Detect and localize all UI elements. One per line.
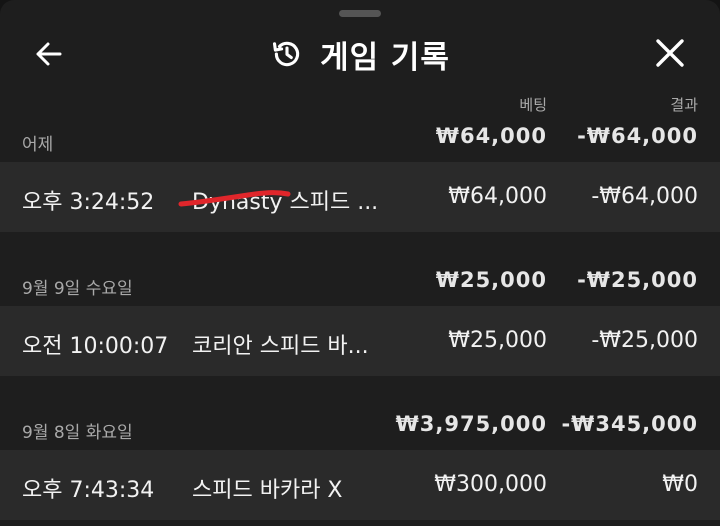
group-total-bet: ₩64,000 (435, 124, 547, 148)
date-label: 어제 (22, 135, 54, 155)
game-bet: ₩25,000 (448, 328, 547, 353)
date-group-header: 어제 ₩64,000 -₩64,000 (0, 118, 720, 158)
game-time: 오후 7:43:34 (22, 478, 155, 503)
page-title: 게임 기록 (320, 39, 450, 76)
game-name: 스피드 바카라 X (192, 478, 343, 503)
game-result: -₩64,000 (591, 184, 698, 209)
game-result: -₩25,000 (591, 328, 698, 353)
game-row[interactable]: 오후 3:24:52 Dynasty 스피드 ... ₩64,000 -₩64,… (0, 162, 720, 232)
group-total-result: -₩25,000 (577, 268, 698, 292)
date-group-header: 9월 9일 수요일 ₩25,000 -₩25,000 (0, 262, 720, 302)
game-result: ₩0 (662, 472, 698, 497)
close-icon (656, 39, 684, 67)
game-history-sheet: 게임 기록 베팅 결과 어제 ₩64,000 -₩64,000 오후 3:24:… (0, 0, 720, 526)
date-group-header: 9월 8일 화요일 ₩3,975,000 -₩345,000 (0, 406, 720, 446)
game-row[interactable]: 오전 10:00:07 코리안 스피드 바... ₩25,000 -₩25,00… (0, 306, 720, 376)
arrow-left-icon (36, 42, 62, 66)
game-time: 오후 3:24:52 (22, 190, 155, 215)
date-label: 9월 9일 수요일 (22, 279, 133, 299)
red-scribble-mark (178, 190, 291, 207)
column-header-result: 결과 (670, 96, 698, 114)
game-bet: ₩300,000 (434, 472, 547, 497)
game-name: 코리안 스피드 바... (192, 334, 369, 359)
game-time: 오전 10:00:07 (22, 334, 169, 359)
group-total-bet: ₩3,975,000 (395, 412, 547, 436)
group-total-bet: ₩25,000 (435, 268, 547, 292)
header: 게임 기록 (0, 26, 720, 82)
game-row[interactable]: 오후 7:43:34 스피드 바카라 X ₩300,000 ₩0 (0, 450, 720, 520)
group-total-result: -₩64,000 (577, 124, 698, 148)
column-header-bet: 베팅 (519, 96, 547, 114)
group-total-result: -₩345,000 (561, 412, 698, 436)
back-button[interactable] (30, 38, 70, 70)
title-wrap: 게임 기록 (0, 26, 720, 82)
history-icon (273, 41, 300, 67)
close-button[interactable] (650, 36, 690, 72)
drag-handle[interactable] (339, 10, 381, 17)
date-label: 9월 8일 화요일 (22, 423, 133, 443)
game-bet: ₩64,000 (448, 184, 547, 209)
